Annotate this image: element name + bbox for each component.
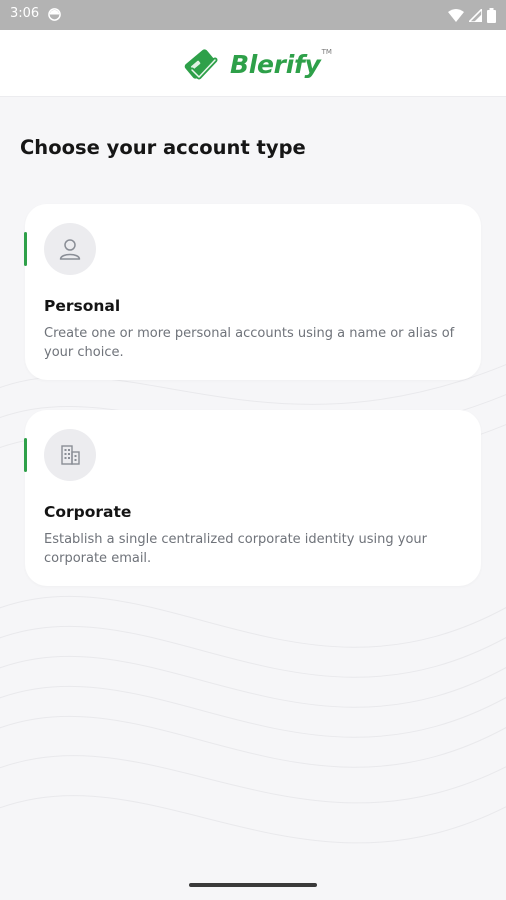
building-icon <box>44 429 96 481</box>
card-description: Create one or more personal accounts usi… <box>44 326 455 360</box>
status-time: 3:06 <box>10 6 40 21</box>
page-title: Choose your account type <box>20 136 306 159</box>
home-indicator[interactable] <box>189 883 317 887</box>
status-bar: 3:06 <box>0 0 506 30</box>
account-option-corporate[interactable]: Corporate Establish a single centralized… <box>24 410 481 586</box>
app-name: Blerify <box>230 49 321 79</box>
card-title: Corporate <box>44 503 132 521</box>
card-accent-bar <box>24 232 27 266</box>
trademark: TM <box>321 48 332 56</box>
app-header: Blerify TM <box>0 30 506 97</box>
status-icons <box>448 7 496 23</box>
signal-icon <box>469 8 482 22</box>
card-title: Personal <box>44 297 121 315</box>
battery-icon <box>487 7 496 23</box>
card-description: Establish a single centralized corporate… <box>44 532 428 566</box>
blerify-logo-icon <box>184 49 218 80</box>
person-icon <box>44 223 96 275</box>
notification-dot-icon <box>48 8 61 21</box>
blerify-logo: Blerify TM <box>178 42 332 86</box>
account-option-personal[interactable]: Personal Create one or more personal acc… <box>24 204 481 380</box>
card-accent-bar <box>24 438 27 472</box>
wifi-icon <box>448 8 464 22</box>
